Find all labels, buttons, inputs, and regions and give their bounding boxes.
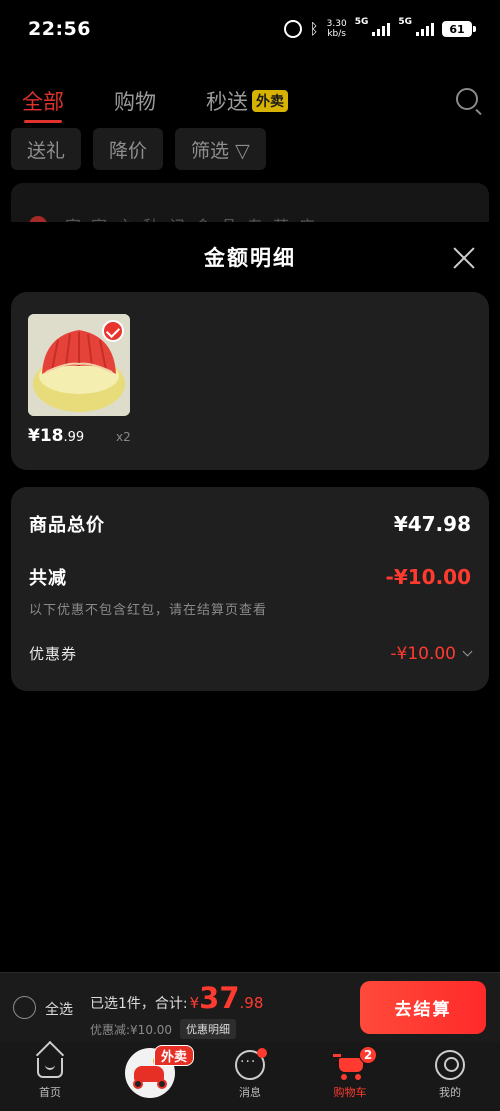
coupon-value-group[interactable]: -¥10.00 <box>390 643 473 664</box>
takeout-nav-badge: 外卖 <box>154 1045 195 1066</box>
nav-item-home[interactable]: 首页 <box>0 1042 100 1111</box>
search-icon[interactable] <box>456 88 478 110</box>
reduce-row: 共减 -¥10.00 <box>29 564 471 590</box>
unread-dot <box>257 1048 267 1058</box>
sheet-header: 金额明细 <box>0 222 500 292</box>
network-speed: 3.30 kb/s <box>327 19 347 39</box>
select-all-radio[interactable] <box>13 996 36 1019</box>
network-speed-value: 3.30 <box>326 19 347 29</box>
coupon-value: -¥10.00 <box>390 643 456 664</box>
total-currency: ¥ <box>189 994 200 1012</box>
coupon-row[interactable]: 优惠券 -¥10.00 <box>29 643 473 664</box>
product-card: ¥18.99 x2 <box>11 292 489 470</box>
profile-icon <box>435 1050 465 1080</box>
discount-note: 以下优惠不包含红包，请在结算页查看 <box>29 603 268 618</box>
product-quantity: x2 <box>116 430 131 444</box>
product-price: ¥18.99 <box>28 426 84 446</box>
chip-price-drop[interactable]: 降价 <box>93 128 164 170</box>
reduce-label: 共减 <box>29 568 67 589</box>
nav-label-me: 我的 <box>439 1086 461 1099</box>
status-time: 22:56 <box>28 18 91 40</box>
chip-filter[interactable]: 筛选 ▽ <box>175 128 266 170</box>
checkout-button[interactable]: 去结算 <box>360 981 486 1034</box>
alarm-icon <box>283 20 302 38</box>
price-summary-card: 商品总价 ¥47.98 共减 -¥10.00 以下优惠不包含红包，请在结算页查看… <box>11 487 489 691</box>
total-amount-int: 37 <box>199 981 240 1015</box>
reduce-value: -¥10.00 <box>385 565 471 589</box>
nav-item-takeout[interactable]: 外卖 <box>100 1042 200 1111</box>
tab-all[interactable]: 全部 <box>22 86 64 123</box>
chevron-down-icon <box>462 646 473 656</box>
signal-icon-2 <box>416 22 434 36</box>
status-icons: ᛒ 3.30 kb/s 5G 5G 61 <box>283 17 476 39</box>
product-image[interactable] <box>28 314 130 416</box>
close-icon[interactable] <box>452 246 476 270</box>
nav-item-me[interactable]: 我的 <box>400 1042 500 1111</box>
nav-label-cart: 购物车 <box>333 1086 367 1099</box>
status-bar: 22:56 ᛒ 3.30 kb/s 5G 5G 61 <box>0 0 500 58</box>
network-type-1: 5G <box>354 17 369 27</box>
nav-label-home: 首页 <box>39 1086 61 1099</box>
tab-shopping[interactable]: 购物 <box>114 86 156 116</box>
network-type-2: 5G <box>398 17 412 27</box>
nav-item-cart[interactable]: 2 购物车 <box>300 1042 400 1111</box>
cart-count-badge: 2 <box>359 1046 377 1064</box>
nav-label-messages: 消息 <box>239 1086 261 1099</box>
product-price-dec: .99 <box>63 430 85 445</box>
signal-icon-1 <box>372 22 391 36</box>
background-cart-page: 全部 购物 秒送外卖 送礼 降价 筛选 ▽ 家家之秋记食品专营店 <box>0 58 500 233</box>
tab-instant-delivery-label: 秒送 <box>206 90 248 114</box>
selected-count-text: 已选1件，合计: <box>90 996 188 1012</box>
select-all-label[interactable]: 全选 <box>45 999 73 1019</box>
discount-text: 优惠减:¥10.00 <box>90 1022 173 1037</box>
cart-icon: 2 <box>333 1046 377 1080</box>
chip-gift[interactable]: 送礼 <box>11 128 82 170</box>
bottom-nav: 首页 外卖 消息 2 购物车 我的 <box>0 1042 500 1111</box>
nav-item-messages[interactable]: 消息 <box>200 1042 300 1111</box>
selected-check-icon[interactable] <box>102 320 124 342</box>
sheet-title: 金额明细 <box>204 246 296 270</box>
network-speed-unit: kb/s <box>327 29 346 39</box>
tab-instant-delivery[interactable]: 秒送 外卖 <box>206 86 288 116</box>
message-icon <box>235 1048 267 1080</box>
bluetooth-icon: ᛒ <box>309 20 319 38</box>
total-label: 商品总价 <box>29 515 105 536</box>
filter-chips: 送礼 降价 筛选 ▽ <box>11 128 266 170</box>
total-value: ¥47.98 <box>393 512 471 536</box>
discount-detail-button[interactable]: 优惠明细 <box>180 1019 237 1039</box>
total-amount-dec: .98 <box>239 994 264 1012</box>
cart-tabs: 全部 购物 秒送 外卖 <box>22 86 338 123</box>
coupon-label: 优惠券 <box>29 645 78 663</box>
amount-detail-sheet: 金额明细 ¥18.99 x2 商品总价 ¥47.98 共减 -¥10.00 以下 <box>0 222 500 972</box>
checkout-bar: 全选 已选1件，合计: ¥ 37 .98 优惠减:¥10.00 优惠明细 去结算 <box>0 972 500 1042</box>
total-row: 商品总价 ¥47.98 <box>29 511 471 537</box>
takeout-badge: 外卖 <box>252 90 288 112</box>
battery-icon: 61 <box>442 21 476 37</box>
home-icon <box>37 1058 63 1078</box>
discount-line: 优惠减:¥10.00 优惠明细 <box>90 1019 237 1039</box>
product-price-int: ¥18 <box>28 426 64 446</box>
total-line: 已选1件，合计: ¥ 37 .98 <box>90 981 263 1015</box>
